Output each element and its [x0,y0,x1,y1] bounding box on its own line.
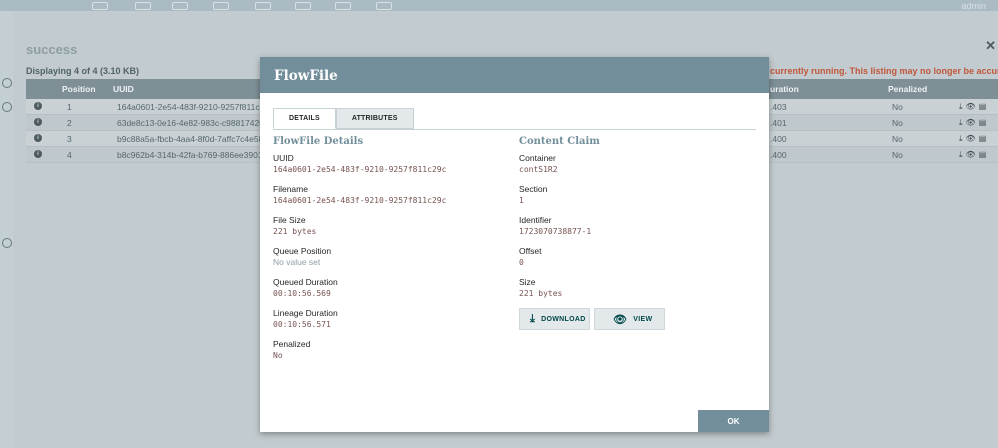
download-icon: ⤓ [530,312,536,325]
content-claim-heading: Content Claim [519,136,600,147]
provenance-icon[interactable]: ▤ [979,134,987,144]
queued-duration-value: 00:10:56.569 [273,289,331,298]
view-icon[interactable]: 👁 [966,134,976,144]
row-position: 4 [67,150,72,160]
view-label: VIEW [633,315,653,323]
identifier-label: Identifier [519,215,552,225]
download-icon[interactable]: ⤓ [959,150,963,160]
input-port-icon[interactable] [135,2,151,10]
offset-value: 0 [519,258,524,267]
penalized-value: No [273,351,283,360]
ok-button[interactable]: OK [698,410,769,432]
offset-label: Offset [519,246,542,256]
row-position: 2 [67,118,72,128]
row-actions: ⤓ 👁 ▤ [959,118,986,128]
row-duration: .401 [770,118,787,128]
tab-details[interactable]: DETAILS [273,108,336,129]
info-icon[interactable]: i [34,118,42,126]
listing-summary: Displaying 4 of 4 (3.10 KB) [26,66,140,76]
row-actions: ⤓ 👁 ▤ [959,134,986,144]
row-uuid: 164a0601-2e54-483f-9210-9257f811c2... [117,102,272,112]
dialog-title: FlowFile [260,57,769,93]
navigate-icon[interactable] [2,78,12,88]
row-penalized: No [892,102,903,112]
penalized-label: Penalized [273,339,311,349]
file-size-value: 221 bytes [273,227,317,236]
top-toolbar: admin [0,0,998,11]
section-value: 1 [519,196,524,205]
provenance-icon[interactable]: ▤ [979,102,987,112]
row-penalized: No [892,134,903,144]
row-position: 1 [67,102,72,112]
dialog-tabs: DETAILS ATTRIBUTES [273,108,414,129]
row-actions: ⤓ 👁 ▤ [959,150,986,160]
flowfile-details-heading: FlowFile Details [273,136,364,147]
uuid-label: UUID [273,153,294,163]
running-notice: is currently running. This listing may n… [760,66,998,76]
view-button[interactable]: 👁 VIEW [594,308,665,330]
filename-label: Filename [273,184,308,194]
row-duration: .403 [770,102,787,112]
row-duration: .400 [770,150,787,160]
label-icon[interactable] [376,2,392,10]
download-label: DOWNLOAD [541,315,586,323]
column-uuid[interactable]: UUID [113,84,134,94]
size-label: Size [519,277,536,287]
row-uuid: b9c88a5a-fbcb-4aa4-8f0d-7affc7c4e58... [117,134,271,144]
queue-position-value: No value set [273,257,321,267]
flowfile-dialog: FlowFile DETAILS ATTRIBUTES FlowFile Det… [260,57,769,432]
funnel-icon[interactable] [295,2,311,10]
row-duration: .400 [770,134,787,144]
size-value: 221 bytes [519,289,563,298]
listing-title: success [26,42,78,57]
column-position[interactable]: Position [62,84,96,94]
info-icon[interactable]: i [34,134,42,142]
current-user[interactable]: admin [961,1,986,11]
info-icon[interactable]: i [34,102,42,110]
row-uuid: b8c962b4-314b-42fa-b769-886ee3901... [117,150,270,160]
remote-group-icon[interactable] [255,2,271,10]
row-actions: ⤓ 👁 ▤ [959,102,986,112]
view-icon[interactable]: 👁 [966,150,976,160]
row-penalized: No [892,118,903,128]
provenance-icon[interactable]: ▤ [979,150,987,160]
queued-duration-label: Queued Duration [273,277,338,287]
lineage-duration-label: Lineage Duration [273,308,338,318]
container-label: Container [519,153,556,163]
tab-attributes[interactable]: ATTRIBUTES [335,108,414,129]
download-icon[interactable]: ⤓ [959,134,963,144]
processor-icon[interactable] [92,2,108,10]
row-penalized: No [892,150,903,160]
identifier-value: 1723070738877-1 [519,227,592,236]
section-label: Section [519,184,548,194]
process-group-icon[interactable] [213,2,229,10]
column-penalized[interactable]: Penalized [888,84,927,94]
download-button[interactable]: ⤓ DOWNLOAD [519,308,590,330]
row-uuid: 63de8c13-0e16-4e82-983c-c98817420... [117,118,272,128]
queue-position-label: Queue Position [273,246,332,256]
row-position: 3 [67,134,72,144]
hand-pointer-icon [2,238,12,248]
eye-icon: 👁 [613,313,628,326]
uuid-value: 164a0601-2e54-483f-9210-9257f811c29c [273,165,447,174]
filename-value: 164a0601-2e54-483f-9210-9257f811c29c [273,196,447,205]
file-size-label: File Size [273,215,306,225]
column-duration[interactable]: uration [770,84,799,94]
tab-divider [273,129,756,130]
close-icon[interactable]: ✕ [985,38,996,54]
operate-icon[interactable] [2,102,12,112]
download-icon[interactable]: ⤓ [959,102,963,112]
lineage-duration-value: 00:10:56.571 [273,320,331,329]
canvas-left-strip [0,11,13,448]
info-icon[interactable]: i [34,150,42,158]
view-icon[interactable]: 👁 [966,102,976,112]
output-port-icon[interactable] [172,2,188,10]
download-icon[interactable]: ⤓ [959,118,963,128]
container-value: contS1R2 [519,165,558,174]
template-icon[interactable] [335,2,351,10]
provenance-icon[interactable]: ▤ [979,118,987,128]
view-icon[interactable]: 👁 [966,118,976,128]
